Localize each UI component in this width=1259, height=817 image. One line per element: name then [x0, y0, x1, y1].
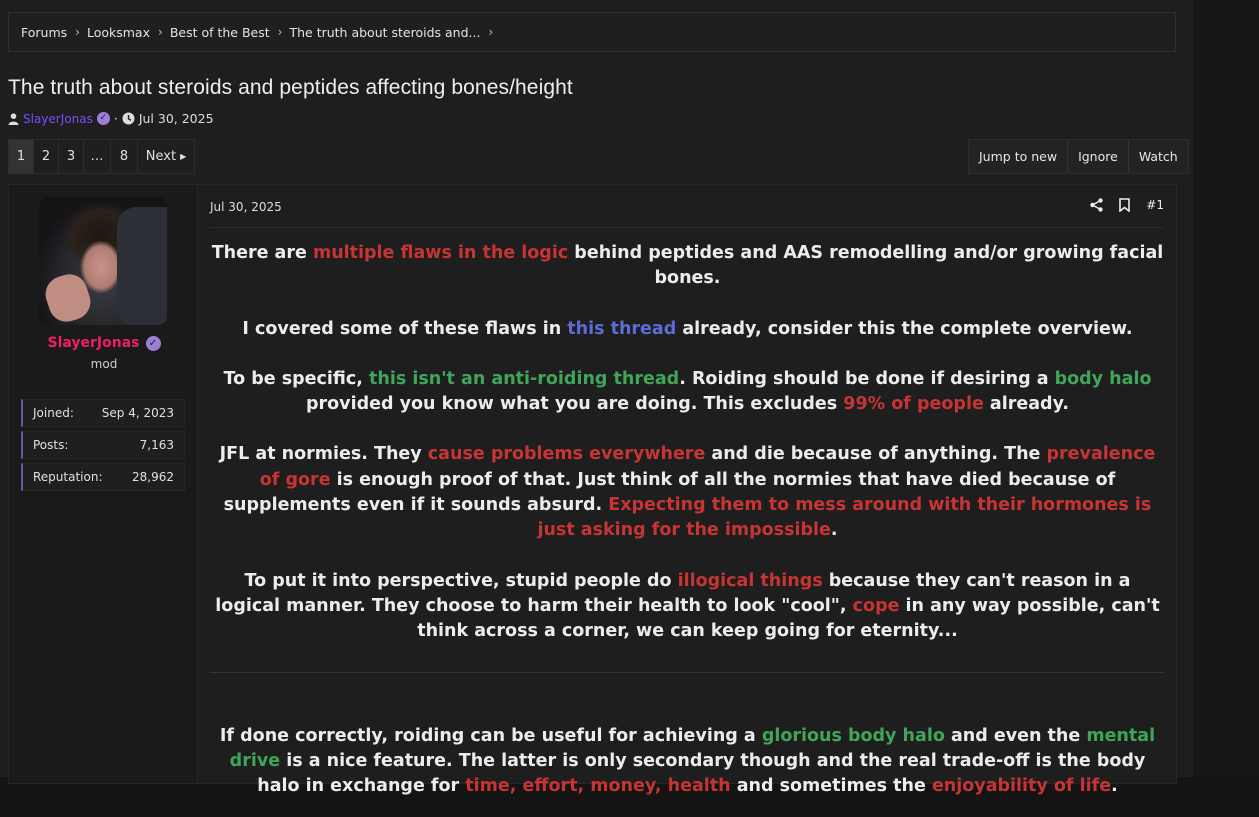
- watch-button[interactable]: Watch: [1129, 140, 1188, 173]
- stat-value: 28,962: [132, 470, 174, 484]
- next-label: Next: [145, 149, 177, 164]
- user-stat-reputation: Reputation: 28,962: [21, 463, 185, 491]
- breadcrumb-item-forums[interactable]: Forums ›: [21, 25, 87, 40]
- post-body: Jul 30, 2025 #1 There are multiple flaws…: [198, 184, 1177, 796]
- divider: [210, 227, 1164, 228]
- post-username[interactable]: SlayerJonas ✓: [9, 335, 199, 351]
- thread-link[interactable]: this thread: [567, 319, 676, 339]
- post-content: There are multiple flaws in the logic be…: [210, 241, 1165, 645]
- jump-to-new-button[interactable]: Jump to new: [969, 140, 1069, 173]
- pagination: 1 2 3 … 8 Next ▶: [8, 139, 195, 174]
- ignore-button[interactable]: Ignore: [1068, 140, 1129, 173]
- thread-date[interactable]: Jul 30, 2025: [139, 111, 214, 126]
- thread-meta: SlayerJonas ✓ · Jul 30, 2025: [8, 111, 214, 126]
- breadcrumb-label: Best of the Best: [169, 24, 270, 40]
- right-sidebar: [1193, 0, 1259, 777]
- user-stat-posts: Posts: 7,163: [21, 431, 185, 459]
- page-link-3[interactable]: 3: [59, 140, 84, 173]
- stat-label: Reputation:: [33, 470, 103, 484]
- verified-icon: ✓: [96, 112, 110, 125]
- breadcrumb-label: Looksmax: [86, 24, 150, 40]
- page-link-2[interactable]: 2: [34, 140, 59, 173]
- divider: [210, 672, 1164, 673]
- paragraph-6: If done correctly, roiding can be useful…: [219, 725, 1156, 797]
- breadcrumb-item-thread[interactable]: The truth about steroids and... ›: [289, 25, 500, 40]
- paragraph-3: To be specific, this isn't an anti-roidi…: [223, 368, 1152, 415]
- page-ellipsis[interactable]: …: [84, 140, 111, 173]
- main-area: Forums › Looksmax › Best of the Best › T…: [0, 0, 1193, 796]
- breadcrumb-label: Forums: [21, 24, 68, 40]
- page-title: The truth about steroids and peptides af…: [8, 76, 573, 99]
- post-actions: #1: [1090, 198, 1164, 212]
- avatar[interactable]: [39, 197, 167, 325]
- user-stat-joined: Joined: Sep 4, 2023: [21, 399, 185, 427]
- chevron-right-icon: ›: [277, 25, 283, 39]
- chevron-right-icon: ›: [488, 25, 494, 39]
- user-icon: [8, 112, 19, 125]
- page-link-1[interactable]: 1: [9, 140, 34, 173]
- meta-separator: ·: [113, 111, 118, 126]
- share-icon[interactable]: [1090, 198, 1103, 212]
- stat-value: 7,163: [139, 438, 174, 452]
- stat-value: Sep 4, 2023: [101, 406, 174, 420]
- page-link-8[interactable]: 8: [111, 140, 138, 173]
- user-role: mod: [90, 357, 118, 371]
- thread-author-link[interactable]: SlayerJonas: [23, 112, 93, 126]
- next-page-button[interactable]: Next ▶: [138, 140, 194, 173]
- paragraph-4: JFL at normies. They cause problems ever…: [219, 444, 1156, 541]
- chevron-right-icon: ›: [75, 25, 80, 39]
- post-number[interactable]: #1: [1146, 198, 1164, 212]
- post-date[interactable]: Jul 30, 2025: [210, 200, 282, 214]
- username-label: SlayerJonas: [47, 335, 140, 351]
- post-user-panel: SlayerJonas ✓ mod Joined: Sep 4, 2023 Po…: [8, 184, 198, 784]
- paragraph-5: To put it into perspective, stupid peopl…: [215, 570, 1160, 642]
- post-content-continued: If done correctly, roiding can be useful…: [210, 706, 1165, 817]
- breadcrumb-item-best-of-the-best[interactable]: Best of the Best ›: [170, 25, 290, 40]
- thread-actions: Jump to new Ignore Watch: [968, 139, 1189, 174]
- bookmark-icon[interactable]: [1119, 198, 1131, 212]
- breadcrumb-label: The truth about steroids and...: [289, 24, 481, 40]
- paragraph-1: There are multiple flaws in the logic be…: [211, 243, 1164, 289]
- stat-label: Posts:: [33, 438, 69, 452]
- verified-icon: ✓: [145, 335, 161, 351]
- paragraph-2: I covered some of these flaws in this th…: [242, 318, 1133, 339]
- breadcrumb-item-looksmax[interactable]: Looksmax ›: [87, 25, 170, 40]
- caret-right-icon: ▶: [180, 152, 187, 161]
- chevron-right-icon: ›: [158, 25, 163, 39]
- clock-icon: [122, 112, 135, 125]
- stat-label: Joined:: [33, 406, 74, 420]
- breadcrumb: Forums › Looksmax › Best of the Best › T…: [8, 12, 1176, 52]
